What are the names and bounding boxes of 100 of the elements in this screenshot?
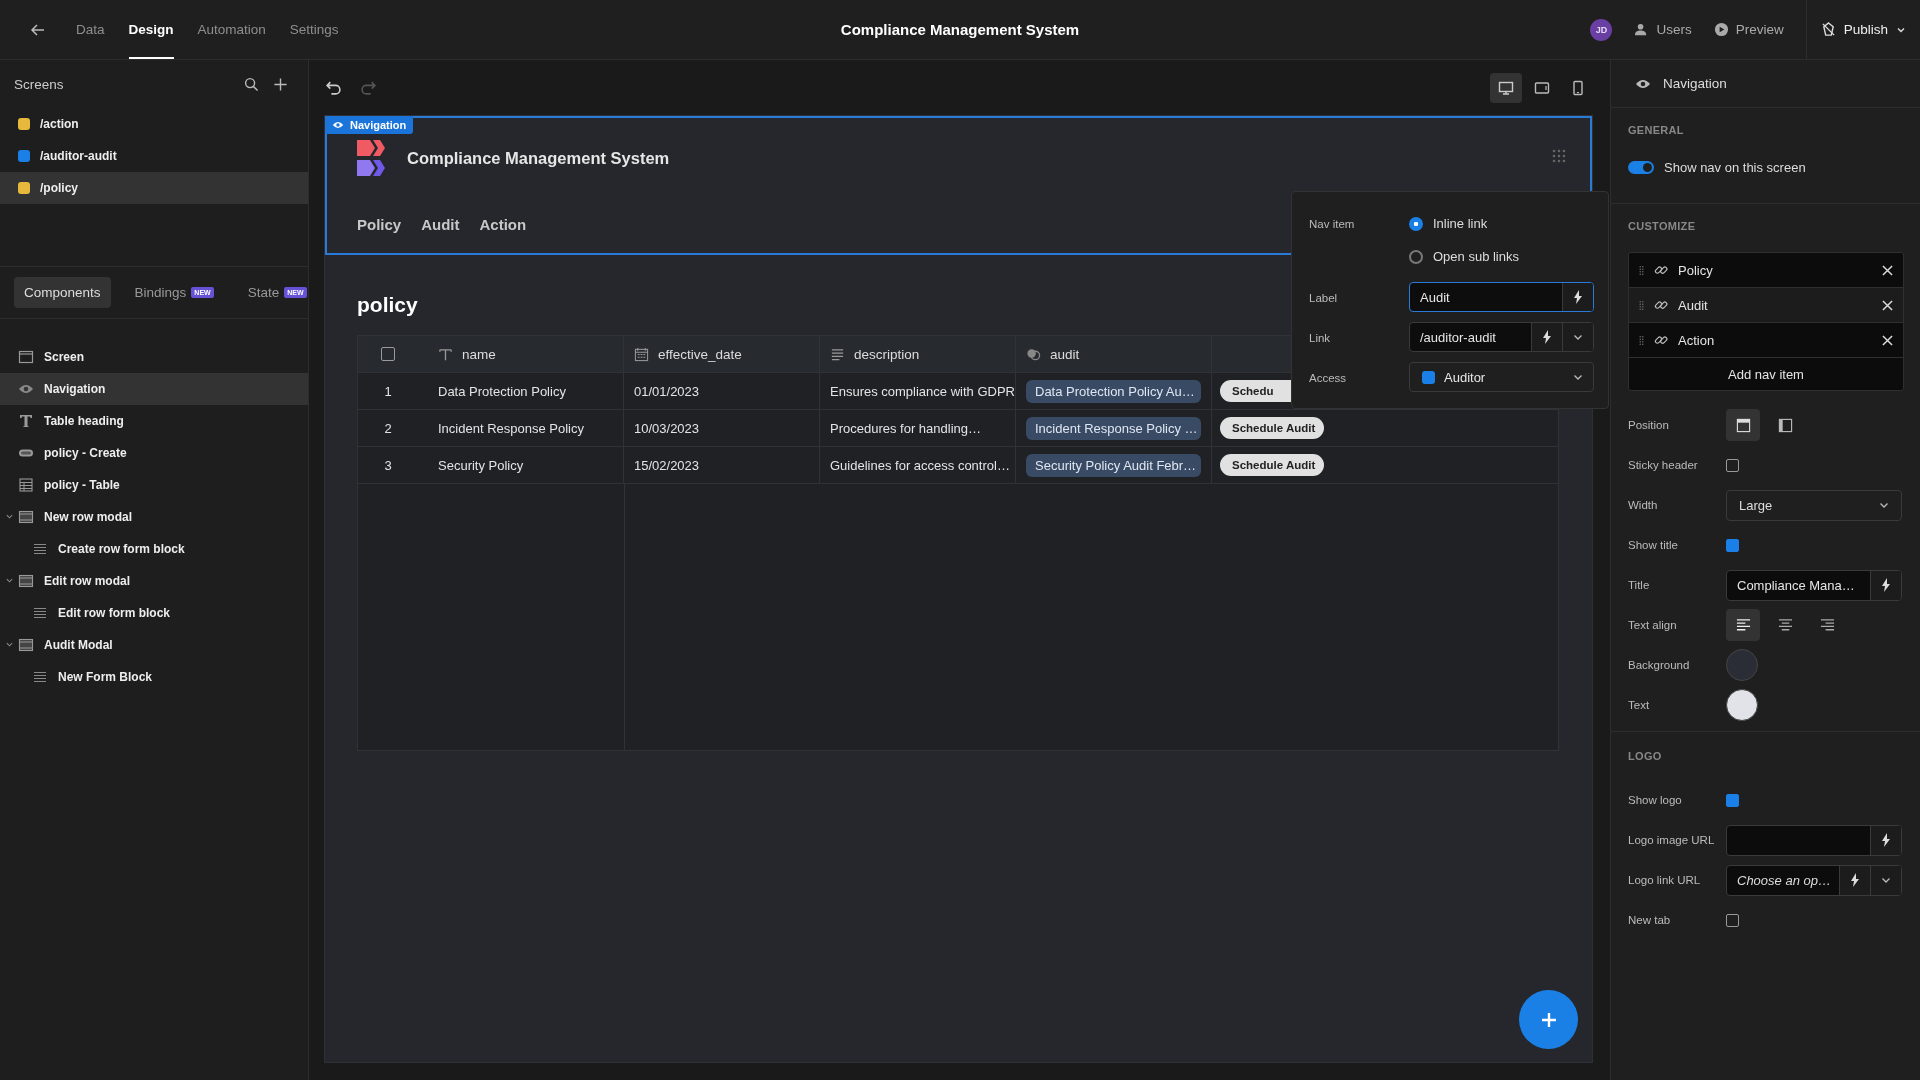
chevron-down-icon[interactable] xyxy=(1881,875,1891,885)
align-left-icon xyxy=(1735,617,1751,633)
checkbox[interactable] xyxy=(1726,913,1739,927)
chevron-icon[interactable] xyxy=(6,577,13,584)
nav-item-row[interactable]: Action xyxy=(1629,323,1903,358)
play-icon xyxy=(1713,22,1729,37)
table-cell: Data Protection Policy xyxy=(438,383,566,399)
route-item[interactable]: /auditor-audit xyxy=(0,140,308,172)
top-layout-button[interactable] xyxy=(1726,409,1760,441)
nav-link[interactable]: Action xyxy=(479,216,527,233)
color-swatch[interactable] xyxy=(1726,649,1758,681)
table-cell: 10/03/2023 xyxy=(634,420,700,436)
access-dropdown[interactable]: Auditor xyxy=(1409,362,1594,392)
route-item[interactable]: /policy xyxy=(0,172,308,204)
section-heading: LOGO xyxy=(1628,750,1663,762)
component-item[interactable]: Screen xyxy=(0,341,308,373)
top-tab[interactable]: Automation xyxy=(197,0,266,59)
column-header[interactable]: effective_date xyxy=(658,346,742,362)
lightning-icon[interactable] xyxy=(1881,833,1891,847)
drag-handle-icon[interactable] xyxy=(1639,334,1644,346)
text-icon xyxy=(438,346,453,362)
link-url-input[interactable]: Choose an op… xyxy=(1727,871,1839,889)
setting-label: Sticky header xyxy=(1628,459,1699,471)
table-cell: Procedures for handling… xyxy=(830,420,982,436)
schedule-audit-button[interactable]: Schedule Audit xyxy=(1220,417,1324,439)
top-tab[interactable]: Data xyxy=(76,0,105,59)
radio-option[interactable]: Inline link xyxy=(1409,216,1519,231)
link-field[interactable]: /auditor-audit xyxy=(1409,322,1594,352)
column-header[interactable]: description xyxy=(854,346,920,362)
component-item[interactable]: New Form Block xyxy=(0,661,308,693)
undo-icon[interactable] xyxy=(325,79,342,96)
component-item[interactable]: Edit row form block xyxy=(0,597,308,629)
phone-icon xyxy=(1570,79,1586,96)
desktop-view-button[interactable] xyxy=(1490,72,1522,103)
back-arrow-icon[interactable] xyxy=(30,21,46,38)
publish-button[interactable]: Publish xyxy=(1820,22,1906,37)
component-item[interactable]: policy - Table xyxy=(0,469,308,501)
audit-tag[interactable]: Data Protection Policy Au… xyxy=(1026,379,1201,403)
form-icon xyxy=(32,541,48,557)
column-header[interactable]: name xyxy=(462,346,496,362)
toggle-switch[interactable] xyxy=(1628,161,1654,174)
table-cell: Ensures compliance with GDPR xyxy=(830,383,1015,399)
color-swatch[interactable] xyxy=(1726,689,1758,721)
close-icon[interactable] xyxy=(1882,264,1893,276)
component-item[interactable]: New row modal xyxy=(0,501,308,533)
nav-link[interactable]: Policy xyxy=(357,216,402,233)
drag-handle-icon[interactable] xyxy=(1639,299,1644,311)
navigation-tag: Navigation xyxy=(325,116,414,134)
search-icon[interactable] xyxy=(244,76,259,92)
lightning-icon[interactable] xyxy=(1881,578,1891,592)
link-url-field[interactable]: Choose an op… xyxy=(1726,864,1902,896)
align-left-button[interactable] xyxy=(1726,609,1760,641)
add-nav-item-button[interactable]: Add nav item xyxy=(1629,358,1903,390)
drag-handle-icon[interactable] xyxy=(1639,264,1644,276)
user-avatar[interactable]: JD xyxy=(1590,18,1613,41)
width-dropdown[interactable]: Large xyxy=(1726,489,1902,521)
route-item[interactable]: /action xyxy=(0,108,308,140)
audit-tag[interactable]: Security Policy Audit Febr… xyxy=(1026,453,1201,477)
lightning-icon[interactable] xyxy=(1542,330,1552,344)
chevron-down-icon[interactable] xyxy=(1573,372,1583,382)
close-icon[interactable] xyxy=(1882,299,1893,311)
add-icon[interactable] xyxy=(273,76,288,92)
schedule-audit-button[interactable]: Schedule Audit xyxy=(1220,454,1324,476)
component-item[interactable]: Create row form block xyxy=(0,533,308,565)
table-cell: Security Policy xyxy=(438,457,524,473)
chevron-icon[interactable] xyxy=(6,641,13,648)
select-all-checkbox[interactable] xyxy=(381,347,395,361)
drag-handle-icon[interactable] xyxy=(1552,149,1566,163)
component-item[interactable]: Audit Modal xyxy=(0,629,308,661)
component-item[interactable]: Navigation xyxy=(0,373,308,405)
radio-button[interactable] xyxy=(1409,249,1423,264)
component-item[interactable]: policy - Create xyxy=(0,437,308,469)
chevron-icon[interactable] xyxy=(6,513,13,520)
audit-tag[interactable]: Incident Response Policy … xyxy=(1026,416,1201,440)
checkbox[interactable] xyxy=(1726,458,1739,472)
link-circles-icon xyxy=(1026,346,1041,362)
checkbox[interactable] xyxy=(1726,793,1739,807)
monitor-icon xyxy=(1498,79,1514,96)
panel-tab[interactable]: Components xyxy=(14,277,111,308)
radio-button[interactable] xyxy=(1409,216,1423,231)
url-field[interactable] xyxy=(1726,824,1902,856)
modal-icon xyxy=(18,509,34,525)
top-tab[interactable]: Settings xyxy=(289,0,339,59)
lightning-icon[interactable] xyxy=(1573,290,1583,304)
label-field[interactable]: Audit xyxy=(1409,282,1594,312)
app-title: Compliance Management System xyxy=(840,21,1080,38)
preview-button[interactable]: Preview xyxy=(1713,22,1784,37)
paragraph-icon xyxy=(830,346,845,362)
chevron-down-icon[interactable] xyxy=(1573,332,1583,342)
nav-item-row[interactable]: Policy xyxy=(1629,253,1903,288)
lightning-icon[interactable] xyxy=(1850,873,1860,887)
component-item[interactable]: Edit row modal xyxy=(0,565,308,597)
component-item[interactable]: Table heading xyxy=(0,405,308,437)
nav-link[interactable]: Audit xyxy=(421,216,460,233)
users-button[interactable]: Users xyxy=(1634,22,1692,37)
checkbox[interactable] xyxy=(1726,538,1739,552)
close-icon[interactable] xyxy=(1882,334,1893,346)
field-label: Nav item xyxy=(1309,217,1356,230)
title-field[interactable]: Compliance Mana… xyxy=(1726,569,1902,601)
column-header[interactable]: audit xyxy=(1050,346,1080,362)
